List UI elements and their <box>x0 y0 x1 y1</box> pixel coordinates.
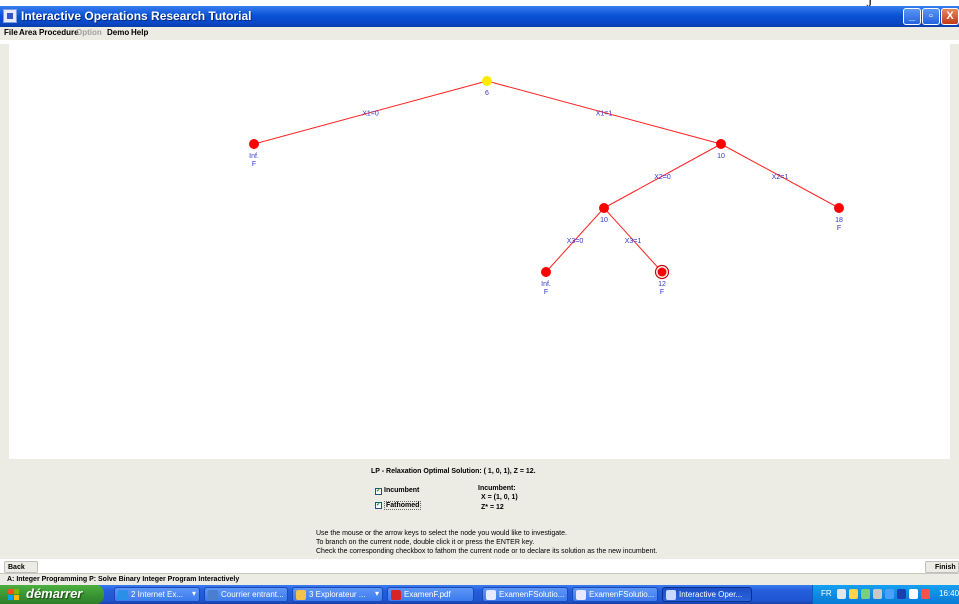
antivirus-icon[interactable] <box>909 589 918 599</box>
menu-bar: File Area Procedure Option Demo Help <box>0 27 959 40</box>
language-indicator[interactable]: FR <box>821 589 832 598</box>
menu-file[interactable]: File <box>4 28 18 37</box>
system-tray: FR 16:40 <box>812 585 959 604</box>
taskbar: démarrer 2 Internet Ex... ▾ Courrier entra… <box>0 585 959 604</box>
branch-and-bound-tree-canvas[interactable]: X1=0 X1=1 X2=0 X2=1 X3=0 X3=1 6 Inf. F 10 10 18 F In… <box>9 44 950 459</box>
tree-node-x1_1[interactable] <box>716 139 726 149</box>
security-icon[interactable] <box>861 589 870 599</box>
taskbar-button[interactable]: 3 Explorateur ... ▾ <box>292 587 383 602</box>
sound-icon[interactable] <box>873 589 882 599</box>
edge-label: X1=0 <box>362 111 379 118</box>
network-icon[interactable] <box>849 589 858 599</box>
back-button[interactable]: Back <box>4 561 38 573</box>
bluetooth-icon[interactable] <box>885 589 894 599</box>
media-player-icon[interactable] <box>897 589 906 599</box>
menu-help[interactable]: Help <box>131 28 148 37</box>
taskbar-button[interactable]: ExamenFSolutio... <box>482 587 568 602</box>
help-icon[interactable] <box>837 589 846 599</box>
node-value-label: Inf. <box>541 281 551 288</box>
node-status-label: F <box>660 289 664 296</box>
taskbar-button[interactable]: ExamenFSolutio... <box>572 587 658 602</box>
node-value-label: 10 <box>717 153 725 160</box>
menu-option: Option <box>76 28 102 37</box>
node-value-label: 10 <box>600 217 608 224</box>
edge-label: X2=1 <box>772 174 789 181</box>
tree-svg[interactable]: X1=0 X1=1X2=0 X2=1X3=0 X3=1 6Inf.F1010 18FIn… <box>9 44 950 459</box>
lp-relaxation-solution: LP - Relaxation Optimal Solution: ( 1, 0… <box>371 468 536 475</box>
incumbent-x-value: X = (1, 0, 1) <box>481 494 518 501</box>
tree-node-x1_0[interactable] <box>249 139 259 149</box>
menu-demo[interactable]: Demo <box>107 28 129 37</box>
edge-label: X2=0 <box>654 174 671 181</box>
restore-button[interactable]: ▫ <box>922 8 940 25</box>
edge-label: X1=1 <box>596 111 613 118</box>
taskbar-button[interactable]: ExamenF.pdf <box>387 587 474 602</box>
status-bar: A: Integer Programming P: Solve Binary I… <box>0 573 959 585</box>
document-icon <box>576 590 586 600</box>
chevron-down-icon: ▾ <box>374 589 379 598</box>
tree-node-x2_1[interactable] <box>834 203 844 213</box>
menu-procedure[interactable]: Procedure <box>39 28 79 37</box>
node-value-label: 12 <box>658 281 666 288</box>
chevron-down-icon: ▾ <box>191 589 196 598</box>
window-title: Interactive Operations Research Tutorial <box>21 9 252 23</box>
menu-area[interactable]: Area <box>19 28 37 37</box>
windows-logo-icon <box>8 589 20 600</box>
taskbar-button[interactable]: 2 Internet Ex... ▾ <box>114 587 200 602</box>
node-value-label: 6 <box>485 90 489 97</box>
taskbar-button-label: Courrier entrant... <box>221 590 284 599</box>
edge-label: X3=0 <box>567 238 584 245</box>
tree-node-x2_0[interactable] <box>599 203 609 213</box>
clock: 16:40 <box>939 589 959 598</box>
node-status-label: F <box>252 161 256 168</box>
node-value-label: Inf. <box>249 153 259 160</box>
taskbar-button-label: 2 Internet Ex... <box>131 590 184 599</box>
tree-node-root[interactable] <box>482 76 492 86</box>
start-button[interactable]: démarrer <box>0 585 104 604</box>
fathomed-checkbox-label[interactable]: Fathomed <box>384 501 422 510</box>
fathomed-checkbox[interactable]: ✔ <box>375 502 382 509</box>
internet-explorer-icon <box>118 590 128 600</box>
finish-button[interactable]: Finish <box>925 561 959 573</box>
update-icon[interactable] <box>921 589 930 599</box>
app-icon[interactable] <box>3 9 17 23</box>
mail-icon <box>208 590 218 600</box>
incumbent-checkbox-label[interactable]: Incumbent <box>384 487 419 494</box>
close-button[interactable]: X <box>941 8 959 25</box>
start-label: démarrer <box>26 586 83 601</box>
tree-nodes[interactable] <box>249 76 844 280</box>
taskbar-button-label: ExamenFSolutio... <box>589 590 655 599</box>
taskbar-button[interactable]: Interactive Oper... <box>662 587 752 602</box>
tree-edges <box>253 80 840 273</box>
folder-icon <box>296 590 306 600</box>
taskbar-button-label: 3 Explorateur ... <box>309 590 366 599</box>
taskbar-button[interactable]: Courrier entrant... <box>204 587 288 602</box>
node-value-label: 18 <box>835 217 843 224</box>
minimize-button[interactable]: _ <box>903 8 921 25</box>
instruction-line: Check the corresponding checkbox to fath… <box>316 548 658 555</box>
incumbent-checkbox[interactable]: ✔ <box>375 488 382 495</box>
status-text: A: Integer Programming P: Solve Binary I… <box>7 576 240 583</box>
tree-node-x3_1[interactable] <box>657 267 667 277</box>
incumbent-z-value: Z* = 12 <box>481 504 504 511</box>
right-border <box>950 44 959 459</box>
pdf-icon <box>391 590 401 600</box>
node-status-label: F <box>544 289 548 296</box>
left-border <box>0 44 9 459</box>
taskbar-button-label: ExamenFSolutio... <box>499 590 565 599</box>
incumbent-title: Incumbent: <box>478 485 516 492</box>
instruction-line: To branch on the current node, double cl… <box>316 539 535 546</box>
taskbar-button-label: ExamenF.pdf <box>404 590 451 599</box>
tree-node-x3_0[interactable] <box>541 267 551 277</box>
edge-label: X3=1 <box>625 238 642 245</box>
instruction-line: Use the mouse or the arrow keys to selec… <box>316 530 567 537</box>
java-app-icon <box>666 590 676 600</box>
document-icon <box>486 590 496 600</box>
tree-edge-labels: X1=0 X1=1 X2=0 X2=1 X3=0 X3=1 <box>362 111 788 246</box>
node-status-label: F <box>837 225 841 232</box>
window-titlebar[interactable]: Interactive Operations Research Tutorial… <box>0 6 959 27</box>
taskbar-button-label: Interactive Oper... <box>679 590 743 599</box>
